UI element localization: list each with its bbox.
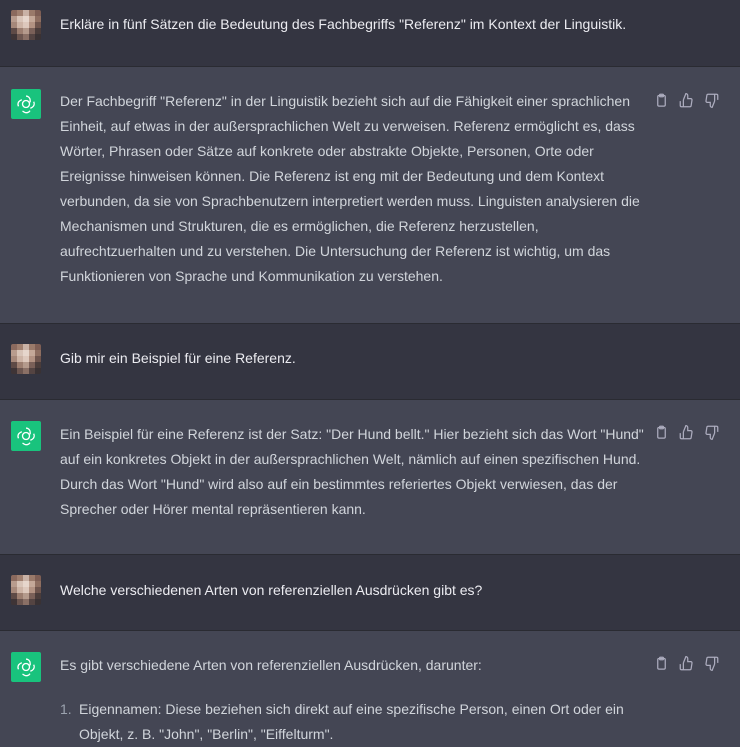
message-text: Gib mir ein Beispiel für eine Referenz. xyxy=(60,350,296,366)
assistant-message: Ein Beispiel für eine Referenz ist der S… xyxy=(0,400,740,555)
message-text: Der Fachbegriff "Referenz" in der Lingui… xyxy=(60,93,640,284)
pixelated-user-avatar-icon xyxy=(11,10,41,40)
message-text: Erkläre in fünf Sätzen die Bedeutung des… xyxy=(60,16,627,32)
chatgpt-logo-icon xyxy=(11,89,41,119)
reference-types-list: 1. Eigennamen: Diese beziehen sich direk… xyxy=(60,697,645,747)
pixelated-user-avatar-icon xyxy=(11,575,41,605)
clipboard-icon[interactable] xyxy=(654,93,670,109)
message-text: Ein Beispiel für eine Referenz ist der S… xyxy=(60,426,644,517)
message-text: Es gibt verschiedene Arten von referenzi… xyxy=(60,653,645,747)
message-actions xyxy=(654,93,720,109)
user-message: Welche verschiedenen Arten von referenzi… xyxy=(0,555,740,631)
assistant-message: Der Fachbegriff "Referenz" in der Lingui… xyxy=(0,67,740,324)
clipboard-icon[interactable] xyxy=(654,425,670,441)
message-actions xyxy=(654,656,720,672)
thumbs-down-icon[interactable] xyxy=(704,425,720,441)
thumbs-down-icon[interactable] xyxy=(704,656,720,672)
thumbs-up-icon[interactable] xyxy=(679,425,695,441)
clipboard-icon[interactable] xyxy=(654,656,670,672)
chat-thread: Erkläre in fünf Sätzen die Bedeutung des… xyxy=(0,0,740,747)
pixelated-user-avatar-icon xyxy=(11,344,41,374)
chatgpt-logo-icon xyxy=(11,652,41,682)
user-message: Gib mir ein Beispiel für eine Referenz. xyxy=(0,324,740,400)
thumbs-down-icon[interactable] xyxy=(704,93,720,109)
thumbs-up-icon[interactable] xyxy=(679,93,695,109)
assistant-message: Es gibt verschiedene Arten von referenzi… xyxy=(0,631,740,747)
user-message: Erkläre in fünf Sätzen die Bedeutung des… xyxy=(0,0,740,67)
message-text: Welche verschiedenen Arten von referenzi… xyxy=(60,582,483,598)
message-actions xyxy=(654,425,720,441)
thumbs-up-icon[interactable] xyxy=(679,656,695,672)
chatgpt-logo-icon xyxy=(11,421,41,451)
list-item: 1. Eigennamen: Diese beziehen sich direk… xyxy=(60,701,624,742)
